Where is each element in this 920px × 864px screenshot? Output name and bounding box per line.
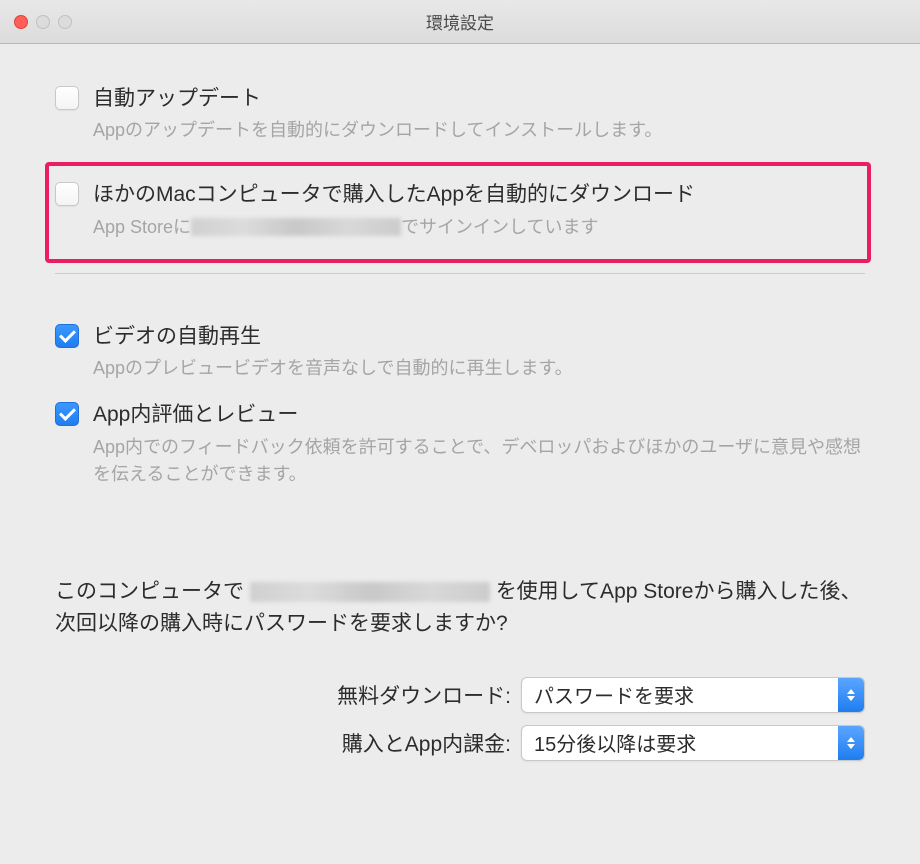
pref-auto-download: ほかのMacコンピュータで購入したAppを自動的にダウンロード App Stor… xyxy=(55,180,857,240)
divider xyxy=(55,273,865,274)
titlebar: 環境設定 xyxy=(0,0,920,44)
pref-in-app-review: App内評価とレビュー App内でのフィードバック依頼を許可することで、デベロッ… xyxy=(55,400,865,487)
traffic-lights xyxy=(14,15,72,29)
redacted-account-id xyxy=(250,582,490,602)
free-download-row: 無料ダウンロード: パスワードを要求 xyxy=(55,677,865,713)
pref-auto-update: 自動アップデート Appのアップデートを自動的にダウンロードしてインストールしま… xyxy=(55,84,865,144)
free-download-value: パスワードを要求 xyxy=(534,680,694,709)
redacted-account-id xyxy=(191,218,401,236)
section-gap xyxy=(55,506,865,576)
minimize-button[interactable] xyxy=(36,15,50,29)
in-app-review-desc: App内でのフィードバック依頼を許可することで、デベロッパおよびほかのユーザに意… xyxy=(93,434,865,488)
highlight-box: ほかのMacコンピュータで購入したAppを自動的にダウンロード App Stor… xyxy=(45,162,871,262)
video-autoplay-label: ビデオの自動再生 xyxy=(93,322,865,351)
zoom-button[interactable] xyxy=(58,15,72,29)
purchase-label: 購入とApp内課金: xyxy=(342,728,511,758)
auto-download-label: ほかのMacコンピュータで購入したAppを自動的にダウンロード xyxy=(93,180,857,209)
window-title: 環境設定 xyxy=(0,9,920,34)
updown-icon xyxy=(838,726,864,760)
content-area: 自動アップデート Appのアップデートを自動的にダウンロードしてインストールしま… xyxy=(0,44,920,813)
video-autoplay-desc: Appのプレビュービデオを音声なしで自動的に再生します。 xyxy=(93,355,865,382)
auto-download-desc: App Storeに でサインインしています xyxy=(93,214,857,241)
updown-icon xyxy=(838,678,864,712)
pref-text: App内評価とレビュー App内でのフィードバック依頼を許可することで、デベロッ… xyxy=(93,400,865,487)
pref-video-autoplay: ビデオの自動再生 Appのプレビュービデオを音声なしで自動的に再生します。 xyxy=(55,322,865,382)
auto-update-label: 自動アップデート xyxy=(93,84,865,113)
in-app-review-checkbox[interactable] xyxy=(55,402,79,426)
auto-download-desc-suffix: でサインインしています xyxy=(401,214,598,241)
auto-download-desc-prefix: App Storeに xyxy=(93,214,191,241)
purchase-text-prefix: このコンピュータで xyxy=(55,580,244,603)
pref-text: ほかのMacコンピュータで購入したAppを自動的にダウンロード App Stor… xyxy=(93,180,857,240)
auto-download-checkbox[interactable] xyxy=(55,182,79,206)
pref-text: ビデオの自動再生 Appのプレビュービデオを音声なしで自動的に再生します。 xyxy=(93,322,865,382)
purchase-row: 購入とApp内課金: 15分後以降は要求 xyxy=(55,725,865,761)
purchase-select[interactable]: 15分後以降は要求 xyxy=(521,725,865,761)
purchase-value: 15分後以降は要求 xyxy=(534,728,696,757)
purchase-prompt: このコンピュータで を使用してApp Storeから購入した後、次回以降の購入時… xyxy=(55,576,865,641)
close-button[interactable] xyxy=(14,15,28,29)
auto-update-desc: Appのアップデートを自動的にダウンロードしてインストールします。 xyxy=(93,117,865,144)
in-app-review-label: App内評価とレビュー xyxy=(93,400,865,429)
pref-text: 自動アップデート Appのアップデートを自動的にダウンロードしてインストールしま… xyxy=(93,84,865,144)
free-download-select[interactable]: パスワードを要求 xyxy=(521,677,865,713)
auto-update-checkbox[interactable] xyxy=(55,86,79,110)
video-autoplay-checkbox[interactable] xyxy=(55,324,79,348)
free-download-label: 無料ダウンロード: xyxy=(337,680,511,710)
